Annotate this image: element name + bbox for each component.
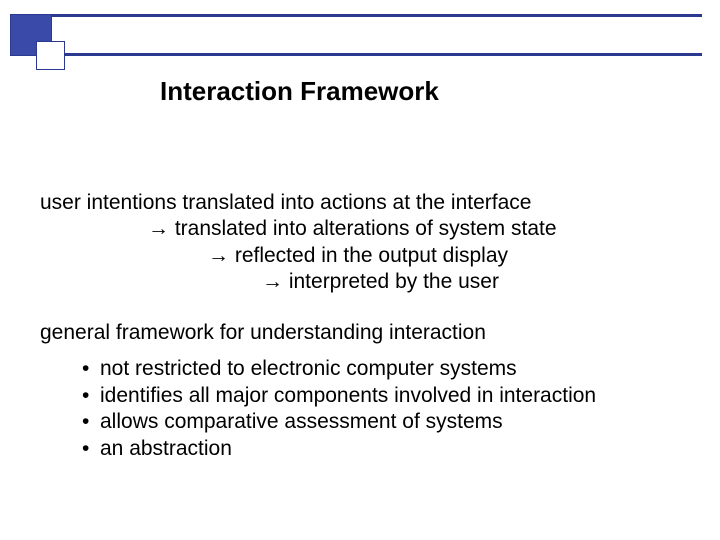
arrow-icon: → <box>208 244 229 267</box>
top-rule-lower <box>10 53 702 56</box>
flow-line-1: user intentions translated into actions … <box>40 190 690 216</box>
bullet-icon: • <box>82 356 88 382</box>
slide-title: Interaction Framework <box>160 76 439 107</box>
flow-text-2: translated into alterations of system st… <box>169 217 557 240</box>
subheading: general framework for understanding inte… <box>40 320 690 346</box>
bullet-icon: • <box>82 409 88 435</box>
bullet-text: identifies all major components involved… <box>100 383 596 409</box>
flow-text-4: interpreted by the user <box>283 270 499 293</box>
list-item: • identifies all major components involv… <box>82 383 690 409</box>
arrow-icon: → <box>148 217 169 240</box>
flow-text-3: reflected in the output display <box>229 244 508 267</box>
bullet-icon: • <box>82 383 88 409</box>
bullet-list: • not restricted to electronic computer … <box>40 356 690 462</box>
bullet-text: allows comparative assessment of systems <box>100 409 503 435</box>
flow-line-3: → reflected in the output display <box>40 243 690 269</box>
list-item: • allows comparative assessment of syste… <box>82 409 690 435</box>
flow-line-2: → translated into alterations of system … <box>40 216 690 242</box>
slide-body: user intentions translated into actions … <box>40 190 690 462</box>
corner-square-small <box>36 41 65 70</box>
bullet-icon: • <box>82 436 88 462</box>
arrow-icon: → <box>262 270 283 293</box>
bullet-text: an abstraction <box>100 436 232 462</box>
flow-line-4: → interpreted by the user <box>40 269 690 295</box>
list-item: • not restricted to electronic computer … <box>82 356 690 382</box>
list-item: • an abstraction <box>82 436 690 462</box>
top-rule-upper <box>10 14 702 17</box>
bullet-text: not restricted to electronic computer sy… <box>100 356 517 382</box>
slide: Interaction Framework user intentions tr… <box>0 0 720 540</box>
